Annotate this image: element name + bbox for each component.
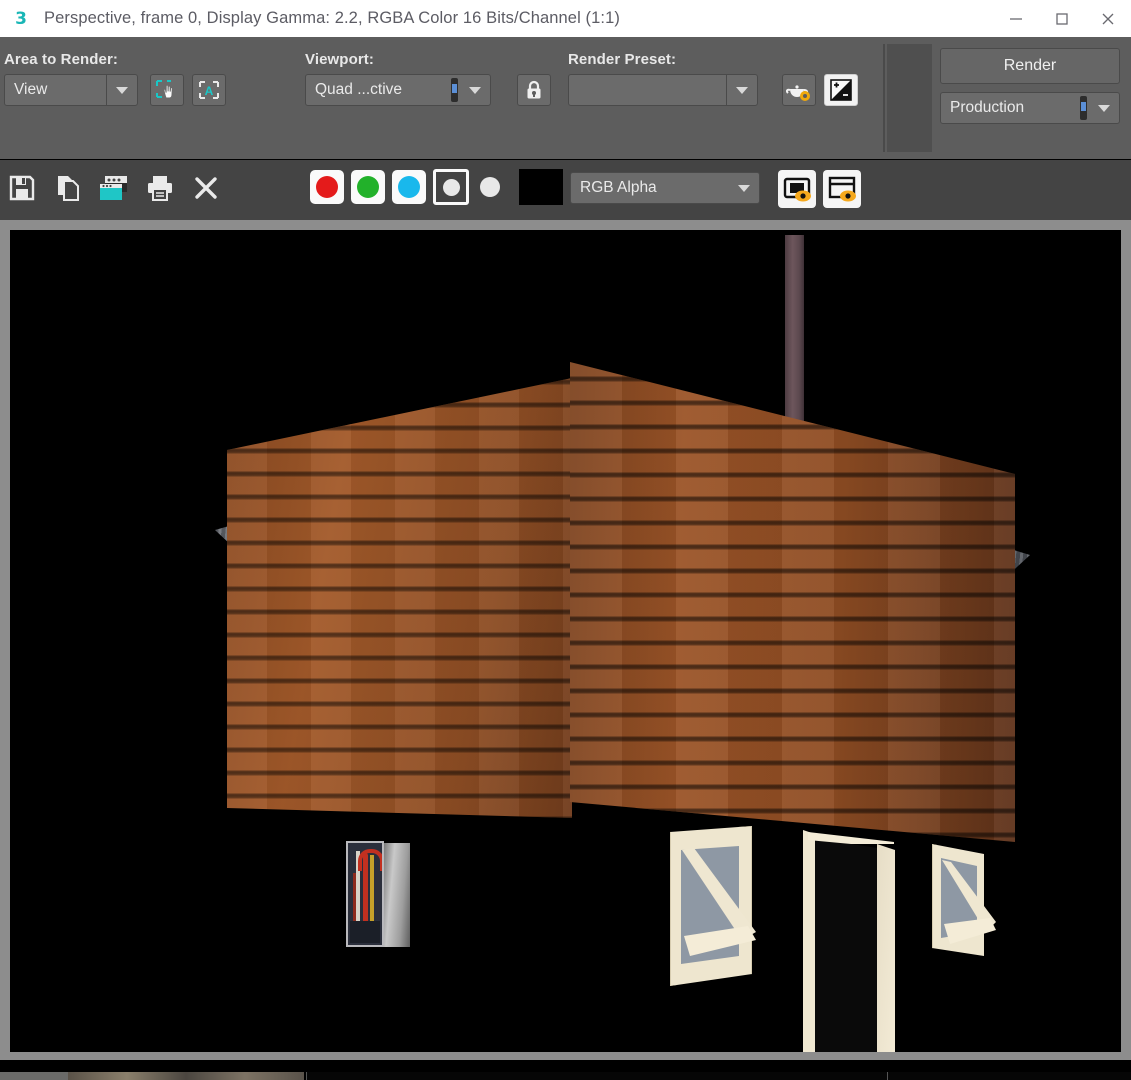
strip-segment-c (888, 1072, 1131, 1080)
wall-right (570, 362, 1015, 842)
background-color-swatch[interactable] (519, 169, 563, 205)
clear-image-icon[interactable] (187, 168, 225, 208)
rendered-frame-window: 3 Perspective, frame 0, Display Gamma: 2… (0, 0, 1131, 1080)
blue-channel-button[interactable] (392, 170, 426, 204)
edit-region-icon[interactable] (150, 74, 184, 106)
close-icon[interactable] (1085, 0, 1131, 37)
electrical-panel-door (382, 843, 410, 947)
maximize-icon[interactable] (1039, 0, 1085, 37)
viewport-spinner[interactable] (451, 78, 458, 102)
wall-front-left (227, 378, 572, 818)
render-preset-label: Render Preset: (568, 51, 677, 68)
view-toggle-buttons (778, 170, 861, 208)
strip-segment-left (0, 1072, 68, 1080)
render-mode-divider (1080, 96, 1087, 120)
render-settings-panel: Area to Render: View A Viewport: Quad ..… (0, 44, 885, 152)
strip-segment-b (637, 1072, 888, 1080)
render-setup-teapot-icon[interactable] (782, 74, 816, 106)
area-to-render-label: Area to Render: (4, 51, 119, 68)
copy-image-icon[interactable] (49, 168, 87, 208)
channel-buttons (310, 169, 563, 205)
render-toolbar: Area to Render: View A Viewport: Quad ..… (0, 37, 1131, 159)
render-action-panel: Render Production (932, 44, 1131, 152)
svg-text:A: A (205, 84, 214, 98)
awning-window-left (670, 826, 756, 986)
image-toolbar: RGB Alpha (0, 160, 1131, 220)
strip-segment-a (306, 1072, 638, 1080)
minimize-icon[interactable] (993, 0, 1039, 37)
toolbar-spacer (887, 44, 934, 152)
toggle-ui-overlay-icon[interactable] (778, 170, 816, 208)
viewport-dropdown[interactable]: Quad ...ctive (305, 74, 491, 106)
duplicate-view-icon[interactable] (823, 170, 861, 208)
auto-region-selected-icon[interactable]: A (192, 74, 226, 106)
strip-segment-thumbnail (68, 1072, 304, 1080)
open-door (803, 828, 908, 1052)
area-to-render-dropdown[interactable]: View (4, 74, 138, 106)
window-controls (993, 0, 1131, 37)
render-preset-group: Render Preset: (568, 51, 858, 106)
area-to-render-value: View (14, 81, 48, 98)
chevron-down-icon (726, 75, 757, 105)
render-mode-value: Production (950, 99, 1025, 116)
area-to-render-group: Area to Render: View A (4, 51, 226, 106)
render-view-frame (0, 220, 1131, 1060)
chevron-down-icon (106, 75, 137, 105)
chevron-down-icon (1089, 93, 1119, 123)
rendered-scene (10, 230, 1121, 1052)
channel-display-value: RGB Alpha (580, 179, 657, 196)
app-icon: 3 (15, 8, 27, 29)
red-channel-button[interactable] (310, 170, 344, 204)
window-title: Perspective, frame 0, Display Gamma: 2.2… (44, 9, 620, 27)
viewport-value: Quad ...ctive (315, 81, 403, 98)
viewport-group: Viewport: Quad ...ctive (305, 51, 551, 106)
viewport-label: Viewport: (305, 51, 374, 68)
green-channel-button[interactable] (351, 170, 385, 204)
chevron-down-icon (729, 173, 759, 203)
window-title-bar: 3 Perspective, frame 0, Display Gamma: 2… (0, 0, 1131, 37)
render-button[interactable]: Render (940, 48, 1120, 84)
rendered-frame-canvas[interactable] (10, 230, 1121, 1052)
exposure-control-icon[interactable] (824, 74, 858, 106)
save-image-icon[interactable] (3, 168, 41, 208)
electrical-panel (346, 841, 412, 949)
awning-window-right (932, 844, 996, 962)
alpha-channel-button[interactable] (433, 169, 469, 205)
print-image-icon[interactable] (141, 168, 179, 208)
chevron-down-icon (460, 75, 490, 105)
clone-rendered-frame-window-icon[interactable] (95, 168, 133, 208)
background-window-strip (0, 1060, 1131, 1080)
lock-icon[interactable] (517, 74, 551, 106)
channel-display-dropdown[interactable]: RGB Alpha (570, 172, 760, 204)
electrical-panel-interior (346, 841, 384, 947)
render-preset-dropdown[interactable] (568, 74, 758, 106)
image-actions (0, 168, 225, 208)
render-mode-dropdown[interactable]: Production (940, 92, 1120, 124)
monochrome-button[interactable] (480, 177, 500, 197)
